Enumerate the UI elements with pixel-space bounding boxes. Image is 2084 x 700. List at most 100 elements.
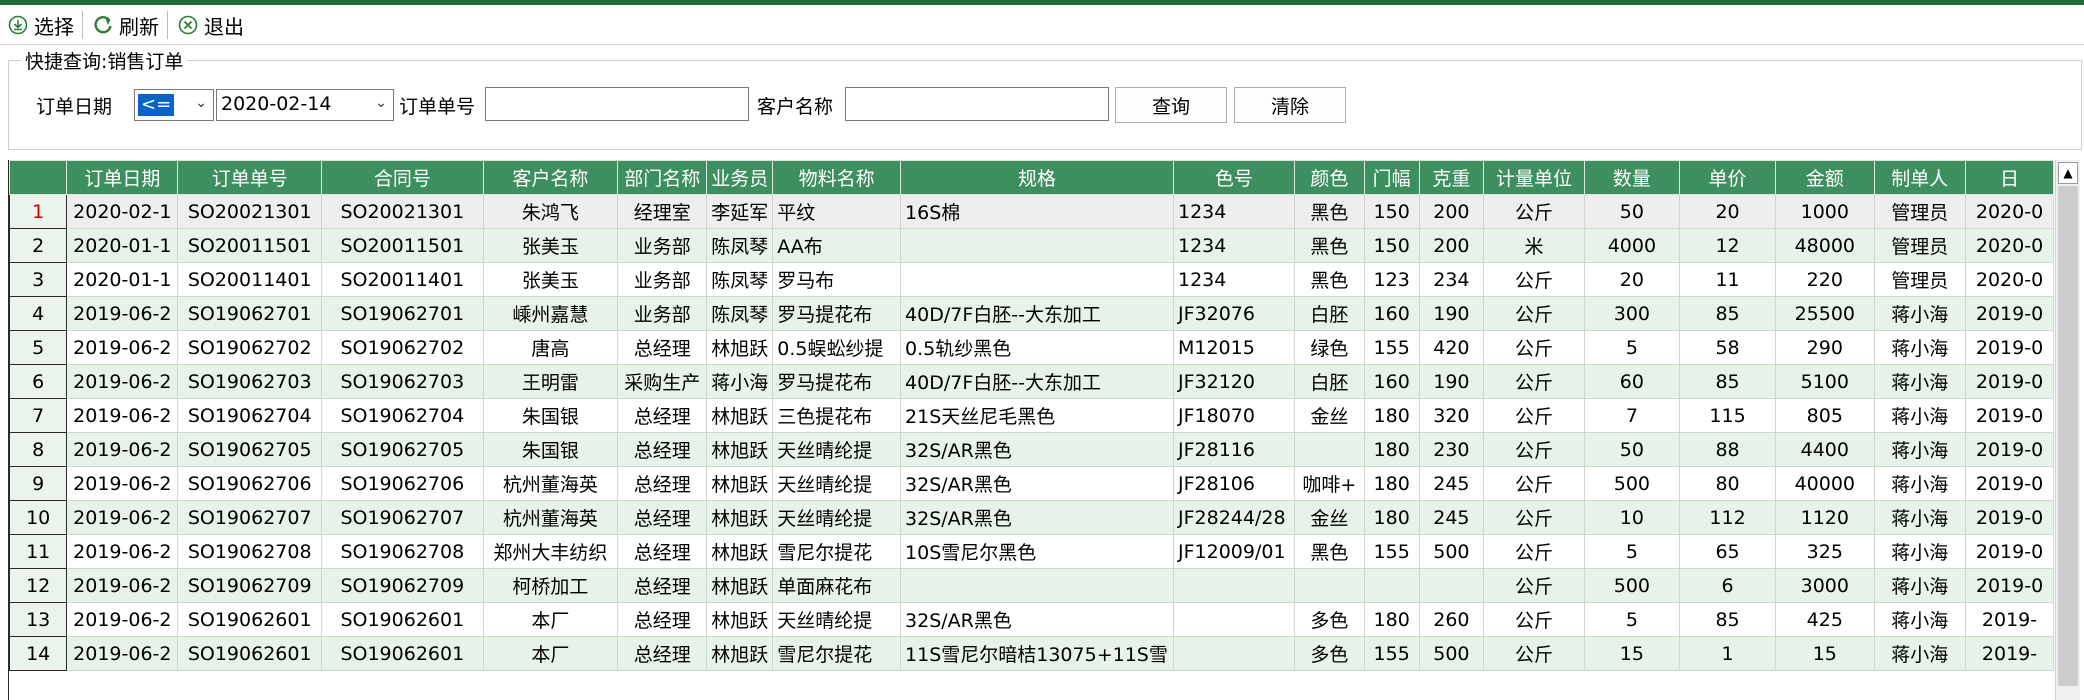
column-header[interactable]: 数量 [1583, 160, 1681, 195]
vertical-scrollbar[interactable]: ▲ [2055, 160, 2080, 700]
table-cell: 李延军 [706, 194, 774, 229]
table-cell: 林旭跃 [706, 330, 774, 365]
table-cell: 500 [1418, 636, 1485, 671]
table-cell: 杭州董海英 [482, 466, 619, 501]
toolbar-divider [0, 44, 2084, 45]
column-header[interactable]: 订单单号 [177, 160, 323, 195]
table-cell [1418, 568, 1485, 603]
table-row[interactable]: 4 2019-06-2 SO19062701 SO19062701 嵊州嘉慧 业务部 陈凤琴… [9, 296, 2054, 331]
sales-order-table: 订单日期 订单单号 合同号 客户名称 部门名称 业务员 物料名称 规格 色号 颜色 门幅 克重 计量单位… [9, 160, 2054, 671]
column-header[interactable]: 金额 [1775, 160, 1875, 195]
column-header[interactable]: 单价 [1679, 160, 1777, 195]
table-cell: 65 [1679, 534, 1777, 569]
row-number: 7 [9, 398, 68, 433]
table-row[interactable]: 7 2019-06-2 SO19062704 SO19062704 朱国银 总经理 林旭跃三… [9, 398, 2054, 433]
table-cell: 2019-06-2 [66, 466, 179, 501]
table-cell: 金丝 [1293, 398, 1365, 433]
date-operator-select[interactable]: <= ⌄ [134, 89, 214, 121]
scroll-up-icon[interactable]: ▲ [2058, 162, 2078, 184]
toolbar-separator [82, 11, 83, 39]
column-header[interactable]: 计量单位 [1483, 160, 1585, 195]
table-cell: 2020-01-1 [66, 262, 179, 297]
table-cell: 50 [1583, 432, 1681, 467]
table-row[interactable]: 8 2019-06-2 SO19062705 SO19062705 朱国银 总经理 林旭跃天… [9, 432, 2054, 467]
table-cell [1293, 568, 1365, 603]
table-row[interactable]: 11 2019-06-2 SO19062708 SO19062708 郑州大丰纺织 总经理… [9, 534, 2054, 569]
table-cell: 155 [1363, 636, 1420, 671]
table-cell: 业务部 [617, 296, 708, 331]
table-cell: 林旭跃 [706, 568, 774, 603]
customer-name-input[interactable] [845, 87, 1109, 121]
column-header[interactable]: 色号 [1172, 160, 1295, 195]
select-button[interactable]: 选择 [0, 10, 80, 40]
table-cell: 180 [1363, 398, 1420, 433]
table-row[interactable]: 2 2020-01-1 SO20011501 SO20011501 张美玉 业务部 陈凤琴 A… [9, 228, 2054, 263]
table-cell: 蒋小海 [1873, 636, 1967, 671]
column-header[interactable]: 部门名称 [617, 160, 708, 195]
column-header[interactable]: 克重 [1418, 160, 1485, 195]
table-cell: 雪尼尔提花 [772, 534, 902, 569]
table-row[interactable]: 12 2019-06-2 SO19062709 SO19062709 柯桥加工 总经理 林旭… [9, 568, 2054, 603]
table-cell: 180 [1363, 466, 1420, 501]
column-header[interactable]: 颜色 [1293, 160, 1365, 195]
scrollbar-thumb[interactable] [2058, 186, 2078, 686]
customer-name-label: 客户名称 [757, 96, 834, 118]
column-header[interactable]: 制单人 [1873, 160, 1967, 195]
exit-button[interactable]: 退出 [170, 10, 250, 40]
table-row[interactable]: 13 2019-06-2 SO19062601 SO19062601 本厂 总经理 林旭跃天… [9, 602, 2054, 637]
table-cell: 朱鸿飞 [482, 194, 619, 229]
table-cell: 200 [1418, 194, 1485, 229]
table-cell: 190 [1418, 296, 1485, 331]
table-cell: JF18070 [1172, 398, 1295, 433]
table-cell: 4000 [1583, 228, 1681, 263]
column-header[interactable]: 客户名称 [482, 160, 619, 195]
table-row[interactable]: 1 2020-02-1 SO20021301 SO20021301 朱鸿飞 经理室 李延军平… [9, 194, 2054, 229]
table-cell: 金丝 [1293, 500, 1365, 535]
table-cell: 朱国银 [482, 398, 619, 433]
table-cell: 32S/AR黑色 [900, 432, 1174, 467]
table-row[interactable]: 6 2019-06-2 SO19062703 SO19062703 王明雷 采购生产 蒋小海… [9, 364, 2054, 399]
table-cell: 150 [1363, 228, 1420, 263]
table-cell: 管理员 [1873, 228, 1967, 263]
table-cell: 天丝晴纶提 [772, 466, 902, 501]
table-cell: SO19062601 [177, 636, 323, 671]
order-date-picker[interactable]: 2020-02-14 ⌄ [216, 89, 394, 121]
table-row[interactable]: 3 2020-01-1 SO20011401 SO20011401 张美玉 业务部 陈凤琴罗… [9, 262, 2054, 297]
table-cell: 123 [1363, 262, 1420, 297]
table-cell [900, 228, 1174, 263]
table-cell: SO19062705 [321, 432, 484, 467]
order-date-value: 2020-02-14 [221, 93, 332, 115]
table-cell: 郑州大丰纺织 [482, 534, 619, 569]
table-cell: SO19062707 [321, 500, 484, 535]
table-row[interactable]: 10 2019-06-2 SO19062707 SO19062707 杭州董海英 总经理林… [9, 500, 2054, 535]
column-header[interactable]: 合同号 [321, 160, 484, 195]
refresh-button[interactable]: 刷新 [85, 10, 165, 40]
table-cell: AA布 [772, 228, 902, 263]
chevron-down-icon: ⌄ [195, 95, 207, 111]
table-cell: 160 [1363, 296, 1420, 331]
column-header[interactable]: 门幅 [1363, 160, 1420, 195]
column-header[interactable]: 物料名称 [772, 160, 902, 195]
table-cell: 2019-0 [1965, 568, 2054, 603]
table-row[interactable]: 9 2019-06-2 SO19062706 SO19062706 杭州董海英 总经理 林旭… [9, 466, 2054, 501]
table-cell: 2020-02-1 [66, 194, 179, 229]
table-cell: 柯桥加工 [482, 568, 619, 603]
table-cell: 3000 [1775, 568, 1875, 603]
table-row[interactable]: 5 2019-06-2 SO19062702 SO19062702 唐高 总经理 林旭跃 0.… [9, 330, 2054, 365]
order-no-input[interactable] [485, 87, 749, 121]
table-cell [1293, 432, 1365, 467]
table-cell: 林旭跃 [706, 534, 774, 569]
search-button[interactable]: 查询 [1115, 87, 1227, 123]
table-cell: 2019-06-2 [66, 398, 179, 433]
column-header[interactable]: 日 [1965, 160, 2054, 195]
table-cell: 公斤 [1483, 500, 1585, 535]
refresh-button-label: 刷新 [119, 14, 159, 39]
clear-button[interactable]: 清除 [1234, 87, 1346, 123]
column-header[interactable]: 订单日期 [66, 160, 179, 195]
column-header[interactable]: 业务员 [706, 160, 774, 195]
column-header[interactable]: 规格 [900, 160, 1174, 195]
table-cell: JF28116 [1172, 432, 1295, 467]
table-cell: 2019-0 [1965, 364, 2054, 399]
table-cell: 48000 [1775, 228, 1875, 263]
table-row[interactable]: 14 2019-06-2 SO19062601 SO19062601 本厂 总经理 林旭跃雪… [9, 636, 2054, 671]
